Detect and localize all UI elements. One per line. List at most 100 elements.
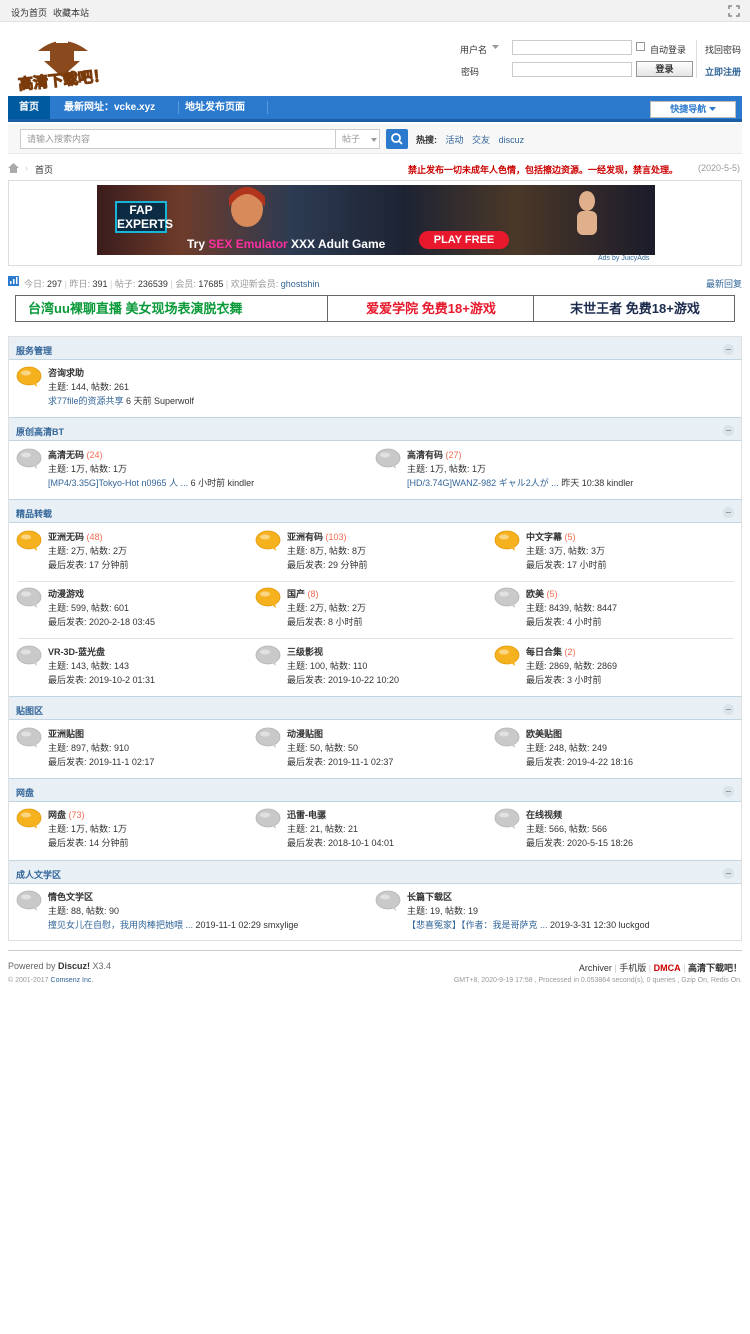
- last-post-link[interactable]: 撞见女儿在自慰，我用肉棒把她喂 ...: [48, 920, 193, 930]
- forum-no-new-icon[interactable]: [16, 645, 42, 667]
- register-link[interactable]: 立即注册: [705, 65, 741, 78]
- quick-nav-button[interactable]: 快捷导航: [650, 101, 736, 118]
- forum-name[interactable]: 中文字幕: [526, 532, 562, 542]
- mobile-link[interactable]: 手机版: [619, 963, 646, 973]
- forum-new-posts-icon[interactable]: [255, 530, 281, 552]
- fullscreen-icon[interactable]: [728, 5, 740, 17]
- forum-no-new-icon[interactable]: [255, 808, 281, 830]
- last-post-meta: 6 小时前 kindler: [188, 478, 255, 488]
- forum-no-new-icon[interactable]: [16, 587, 42, 609]
- collapse-icon[interactable]: [723, 786, 734, 797]
- category-title[interactable]: 网盘: [16, 786, 34, 799]
- new-member-link[interactable]: ghostshin: [281, 279, 320, 289]
- forum-name[interactable]: 动漫贴图: [287, 729, 323, 739]
- forum-name[interactable]: 欧美: [526, 589, 544, 599]
- promo-link-1[interactable]: 台湾uu裸聊直播 美女现场表演脱衣舞: [16, 296, 328, 321]
- bookmark-link[interactable]: 收藏本站: [53, 6, 89, 19]
- hot-link[interactable]: 活动: [446, 135, 464, 145]
- forum-stats-line: 主题: 1万, 帖数: 1万: [407, 464, 487, 474]
- breadcrumb-home[interactable]: 首页: [35, 163, 53, 176]
- nav-latest-url[interactable]: 最新网址：vcke.xyz: [54, 96, 165, 119]
- forum-no-new-icon[interactable]: [16, 727, 42, 749]
- last-post-link[interactable]: [MP4/3.35G]Tokyo-Hot n0965 人 ...: [48, 478, 188, 488]
- search-type-select[interactable]: 帖子: [336, 129, 380, 149]
- forum-name[interactable]: 亚洲有码: [287, 532, 323, 542]
- promo-link-2[interactable]: 爱爱学院 免费18+游戏: [329, 296, 534, 321]
- search-button[interactable]: [386, 129, 408, 149]
- collapse-icon[interactable]: [723, 425, 734, 436]
- forum-name[interactable]: 动漫游戏: [48, 589, 84, 599]
- forum-name[interactable]: 国产: [287, 589, 305, 599]
- forum-name[interactable]: 情色文学区: [48, 892, 93, 902]
- forum-no-new-icon[interactable]: [494, 808, 520, 830]
- forum-name[interactable]: 亚洲无码: [48, 532, 84, 542]
- forum-name[interactable]: 迅雷-电骡: [287, 810, 326, 820]
- ad-attribution[interactable]: Ads by JuicyAds: [598, 255, 649, 262]
- forum-name[interactable]: 在线视频: [526, 810, 562, 820]
- forum-name[interactable]: 网盘: [48, 810, 66, 820]
- forum-name[interactable]: 长篇下载区: [407, 892, 452, 902]
- forum-name[interactable]: 高清无码: [48, 450, 84, 460]
- forum-no-new-icon[interactable]: [16, 448, 42, 470]
- ad-tagline: Try SEX Emulator XXX Adult Game: [187, 237, 385, 251]
- nav-address-page[interactable]: 地址发布页面: [175, 96, 255, 119]
- collapse-icon[interactable]: [723, 507, 734, 518]
- forum-new-posts-icon[interactable]: [255, 587, 281, 609]
- forum-new-posts-icon[interactable]: [16, 366, 42, 388]
- last-post-link[interactable]: [HD/3.74G]WANZ-982 ギャル2人が ...: [407, 478, 559, 488]
- collapse-icon[interactable]: [723, 868, 734, 879]
- forum-no-new-icon[interactable]: [16, 890, 42, 912]
- site-logo[interactable]: 高清下载吧！: [8, 29, 115, 94]
- forum-name[interactable]: 亚洲贴图: [48, 729, 84, 739]
- forum-no-new-icon[interactable]: [375, 890, 401, 912]
- collapse-icon[interactable]: [723, 704, 734, 715]
- hot-link[interactable]: discuz: [499, 135, 525, 145]
- forum-new-posts-icon[interactable]: [494, 530, 520, 552]
- category-title[interactable]: 成人文学区: [16, 868, 61, 881]
- home-icon[interactable]: [8, 163, 19, 173]
- forum-new-posts-icon[interactable]: [16, 808, 42, 830]
- category-title[interactable]: 贴图区: [16, 704, 43, 717]
- forum-no-new-icon[interactable]: [494, 587, 520, 609]
- category-title[interactable]: 原创高清BT: [16, 425, 64, 438]
- set-home-link[interactable]: 设为首页: [11, 6, 47, 19]
- last-post-link[interactable]: 【悲喜冤家】【作者：我是哥萨克 ...: [407, 920, 548, 930]
- latest-replies-link[interactable]: 最新回复: [706, 277, 742, 290]
- last-post-link[interactable]: 求77file的资源共享: [48, 396, 124, 406]
- chevron-down-icon[interactable]: [492, 45, 499, 50]
- forum-name[interactable]: 咨询求助: [48, 368, 84, 378]
- last-post-time: 最后发表: 14 分钟前: [48, 838, 129, 848]
- comsenz-link[interactable]: Comsenz Inc.: [51, 977, 94, 984]
- forum-name[interactable]: 每日合集: [526, 647, 562, 657]
- forum-no-new-icon[interactable]: [255, 645, 281, 667]
- auto-login-checkbox[interactable]: [636, 42, 645, 51]
- forum-name[interactable]: 欧美贴图: [526, 729, 562, 739]
- login-button[interactable]: 登录: [636, 61, 693, 77]
- search-input[interactable]: 请输入搜索内容: [20, 129, 336, 149]
- forum-name[interactable]: 高清有码: [407, 450, 443, 460]
- forum-no-new-icon[interactable]: [375, 448, 401, 470]
- promo-link-3[interactable]: 末世王者 免费18+游戏: [535, 296, 735, 321]
- site-name-link[interactable]: 高清下载吧！: [688, 963, 742, 973]
- forum-name[interactable]: VR-3D-蓝光盘: [48, 647, 105, 657]
- forum-new-posts-icon[interactable]: [16, 530, 42, 552]
- discuz-link[interactable]: Discuz!: [58, 961, 90, 971]
- archiver-link[interactable]: Archiver: [579, 963, 612, 973]
- forum-new-posts-icon[interactable]: [494, 645, 520, 667]
- forum-no-new-icon[interactable]: [494, 727, 520, 749]
- hot-link[interactable]: 交友: [472, 135, 490, 145]
- forum-no-new-icon[interactable]: [255, 727, 281, 749]
- nav-home[interactable]: 首页: [8, 96, 50, 119]
- last-post-meta: 2019-3-31 12:30 luckgod: [547, 920, 650, 930]
- announcement[interactable]: 禁止发布一切未成年人色情，包括擦边资源。一经发现，禁言处理。: [408, 163, 678, 176]
- ad-banner[interactable]: FAP EXPERTS Try SEX Emulator XXX Adult G…: [97, 185, 655, 255]
- password-input[interactable]: [512, 62, 632, 77]
- find-password-link[interactable]: 找回密码: [705, 43, 741, 56]
- category-title[interactable]: 服务管理: [16, 344, 52, 357]
- username-input[interactable]: [512, 40, 632, 55]
- ad-play-button[interactable]: PLAY FREE: [419, 231, 509, 249]
- collapse-icon[interactable]: [723, 344, 734, 355]
- category-title[interactable]: 精品转载: [16, 507, 52, 520]
- dmca-link[interactable]: DMCA: [654, 963, 681, 973]
- forum-name[interactable]: 三级影视: [287, 647, 323, 657]
